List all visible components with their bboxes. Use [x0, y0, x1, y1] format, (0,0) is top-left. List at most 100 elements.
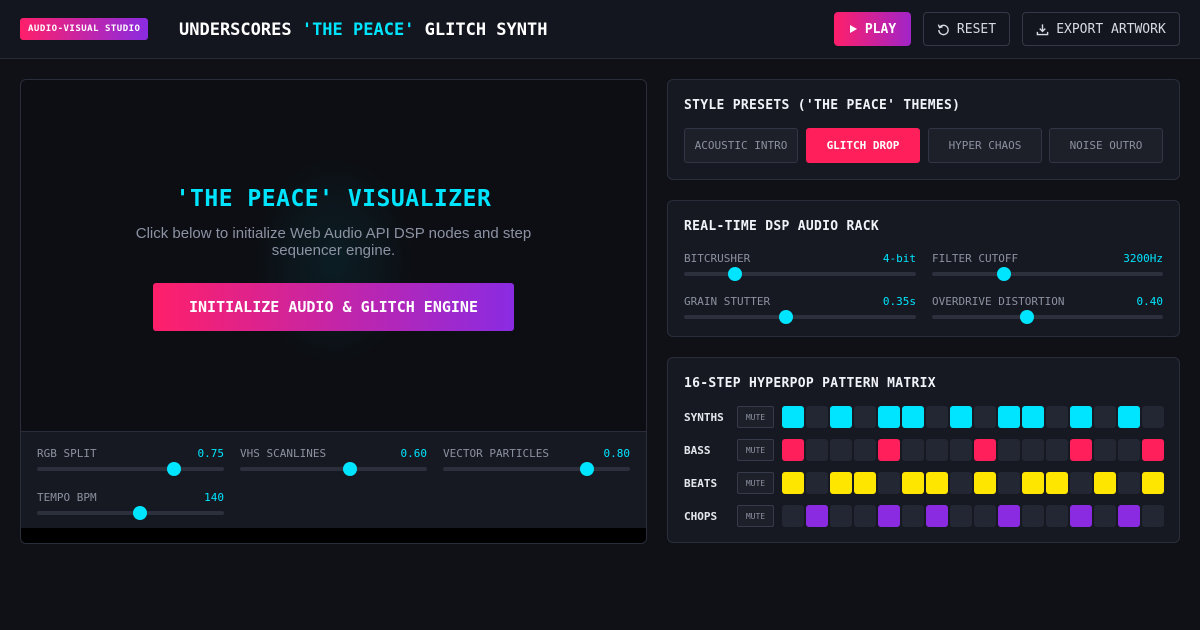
slider-thumb[interactable]: [132, 506, 147, 520]
step-cell[interactable]: [806, 439, 828, 461]
step-cell[interactable]: [806, 505, 828, 527]
step-cell[interactable]: [1118, 505, 1140, 527]
step-cell[interactable]: [854, 406, 876, 428]
step-cell[interactable]: [974, 439, 996, 461]
step-cell[interactable]: [902, 472, 924, 494]
step-cell[interactable]: [1046, 505, 1068, 527]
mute-button-chops[interactable]: MUTE: [737, 505, 774, 527]
step-cell[interactable]: [1046, 472, 1068, 494]
preset-glitch-drop[interactable]: GLITCH DROP: [806, 128, 920, 163]
step-cell[interactable]: [1118, 472, 1140, 494]
step-cell[interactable]: [926, 406, 948, 428]
play-button[interactable]: PLAY: [834, 12, 911, 46]
step-cell[interactable]: [998, 439, 1020, 461]
step-cell[interactable]: [902, 439, 924, 461]
export-artwork-button[interactable]: EXPORT ARTWORK: [1022, 12, 1180, 46]
step-cell[interactable]: [830, 472, 852, 494]
preset-acoustic-intro[interactable]: ACOUSTIC INTRO: [684, 128, 798, 163]
slider-thumb[interactable]: [1019, 310, 1034, 324]
slider-track[interactable]: [37, 506, 224, 520]
step-cell[interactable]: [1142, 472, 1164, 494]
tempo-bpm-slider[interactable]: TEMPO BPM 140: [37, 491, 224, 527]
step-cell[interactable]: [854, 472, 876, 494]
step-cell[interactable]: [926, 505, 948, 527]
step-cell[interactable]: [1022, 406, 1044, 428]
slider-track[interactable]: [932, 310, 1163, 324]
step-cell[interactable]: [1070, 472, 1092, 494]
preset-hyper-chaos[interactable]: HYPER CHAOS: [928, 128, 1042, 163]
step-cell[interactable]: [974, 406, 996, 428]
step-cell[interactable]: [1046, 439, 1068, 461]
step-cell[interactable]: [950, 406, 972, 428]
step-cell[interactable]: [1046, 406, 1068, 428]
step-cell[interactable]: [998, 472, 1020, 494]
step-cell[interactable]: [998, 406, 1020, 428]
bitcrusher-slider[interactable]: BITCRUSHER 4-bit: [684, 252, 916, 288]
slider-track[interactable]: [37, 462, 224, 476]
step-cell[interactable]: [950, 472, 972, 494]
step-cell[interactable]: [926, 439, 948, 461]
slider-track[interactable]: [443, 462, 630, 476]
slider-thumb[interactable]: [996, 267, 1011, 281]
step-cell[interactable]: [854, 505, 876, 527]
reset-button[interactable]: RESET: [923, 12, 1010, 46]
step-cell[interactable]: [878, 439, 900, 461]
step-cell[interactable]: [926, 472, 948, 494]
step-cell[interactable]: [878, 505, 900, 527]
mute-button-beats[interactable]: MUTE: [737, 472, 774, 494]
step-cell[interactable]: [1070, 439, 1092, 461]
initialize-engine-button[interactable]: INITIALIZE AUDIO & GLITCH ENGINE: [153, 283, 514, 331]
vhs-scanlines-slider[interactable]: VHS SCANLINES 0.60: [240, 447, 427, 483]
step-cell[interactable]: [1142, 406, 1164, 428]
filter-cutoff-slider[interactable]: FILTER CUTOFF 3200Hz: [932, 252, 1163, 288]
mute-button-synths[interactable]: MUTE: [737, 406, 774, 428]
preset-noise-outro[interactable]: NOISE OUTRO: [1049, 128, 1163, 163]
step-cell[interactable]: [782, 439, 804, 461]
step-cell[interactable]: [950, 439, 972, 461]
rgb-split-slider[interactable]: RGB SPLIT 0.75: [37, 447, 224, 483]
step-cell[interactable]: [830, 406, 852, 428]
step-cell[interactable]: [1142, 505, 1164, 527]
step-cell[interactable]: [974, 472, 996, 494]
step-cell[interactable]: [1022, 472, 1044, 494]
step-cell[interactable]: [950, 505, 972, 527]
step-cell[interactable]: [782, 406, 804, 428]
step-cell[interactable]: [1094, 505, 1116, 527]
step-cell[interactable]: [782, 505, 804, 527]
step-cell[interactable]: [974, 505, 996, 527]
step-cell[interactable]: [1118, 439, 1140, 461]
slider-track[interactable]: [684, 267, 916, 281]
step-cell[interactable]: [1094, 472, 1116, 494]
step-cell[interactable]: [878, 406, 900, 428]
step-cell[interactable]: [1118, 406, 1140, 428]
slider-thumb[interactable]: [166, 462, 181, 476]
step-cell[interactable]: [902, 505, 924, 527]
step-cell[interactable]: [1094, 406, 1116, 428]
step-cell[interactable]: [1070, 505, 1092, 527]
overdrive-distortion-slider[interactable]: OVERDRIVE DISTORTION 0.40: [932, 295, 1163, 331]
slider-thumb[interactable]: [343, 462, 358, 476]
step-cell[interactable]: [878, 472, 900, 494]
slider-thumb[interactable]: [779, 310, 794, 324]
grain-stutter-slider[interactable]: GRAIN STUTTER 0.35s: [684, 295, 916, 331]
step-cell[interactable]: [1022, 439, 1044, 461]
slider-track[interactable]: [240, 462, 427, 476]
step-cell[interactable]: [806, 472, 828, 494]
slider-thumb[interactable]: [728, 267, 743, 281]
step-cell[interactable]: [830, 505, 852, 527]
step-cell[interactable]: [854, 439, 876, 461]
step-cell[interactable]: [1022, 505, 1044, 527]
step-cell[interactable]: [1142, 439, 1164, 461]
step-cell[interactable]: [806, 406, 828, 428]
slider-thumb[interactable]: [579, 462, 594, 476]
step-cell[interactable]: [998, 505, 1020, 527]
slider-track[interactable]: [932, 267, 1163, 281]
step-cell[interactable]: [830, 439, 852, 461]
vector-particles-slider[interactable]: VECTOR PARTICLES 0.80: [443, 447, 630, 483]
mute-button-bass[interactable]: MUTE: [737, 439, 774, 461]
slider-track[interactable]: [684, 310, 916, 324]
step-cell[interactable]: [782, 472, 804, 494]
step-cell[interactable]: [1070, 406, 1092, 428]
step-cell[interactable]: [902, 406, 924, 428]
step-cell[interactable]: [1094, 439, 1116, 461]
